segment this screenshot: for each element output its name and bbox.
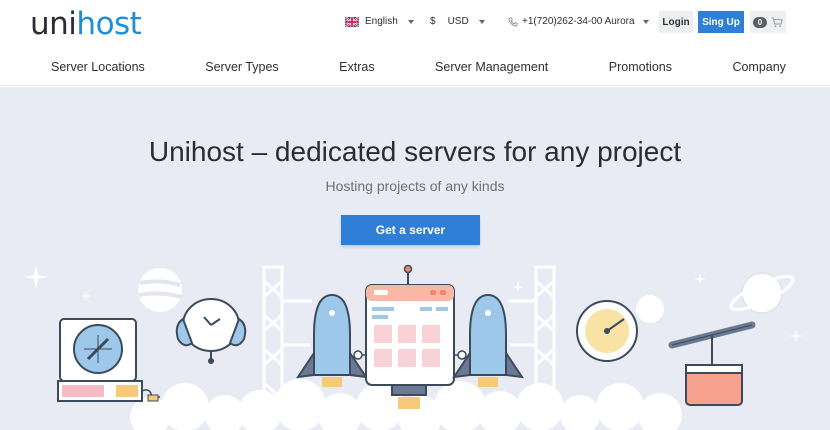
phone-selector[interactable]: +1(720)262-34-00 Aurora	[508, 16, 649, 27]
cart-count-badge: 0	[753, 16, 767, 28]
hero-subtitle: Hosting projects of any kinds	[325, 178, 505, 194]
signup-button[interactable]: Sing Up	[698, 11, 744, 33]
currency-selector[interactable]: $ USD	[430, 16, 485, 27]
nav-item-promotions[interactable]: Promotions	[609, 60, 672, 74]
nav-item-server-management[interactable]: Server Management	[435, 60, 548, 74]
laptop-icon	[57, 318, 160, 402]
language-label: English	[365, 16, 398, 27]
telescope-icon	[668, 321, 756, 406]
phone-label: +1(720)262-34-00 Aurora	[522, 16, 635, 27]
clock-robot-icon	[175, 298, 247, 364]
get-server-button[interactable]: Get a server	[341, 215, 480, 245]
currency-symbol: $	[430, 16, 436, 27]
nav-item-company[interactable]: Company	[732, 60, 786, 74]
nav-item-server-types[interactable]: Server Types	[205, 60, 278, 74]
gauge-icon	[576, 300, 638, 362]
currency-label: USD	[447, 16, 469, 27]
nav-item-extras[interactable]: Extras	[339, 60, 374, 74]
chevron-down-icon	[478, 19, 485, 24]
rocket-icon	[295, 293, 369, 387]
hero-illustration	[24, 264, 803, 430]
logo[interactable]: unihost	[30, 6, 142, 42]
chevron-down-icon	[642, 19, 649, 24]
ringed-planet-icon	[729, 272, 795, 314]
chevron-down-icon	[407, 19, 414, 24]
language-selector[interactable]: English	[345, 16, 414, 27]
login-button[interactable]: Login	[659, 11, 693, 33]
hero-section: Unihost – dedicated servers for any proj…	[0, 87, 830, 430]
planet-icon	[138, 268, 182, 312]
phone-icon	[508, 17, 518, 26]
cart-icon	[771, 17, 783, 27]
nav-item-server-locations[interactable]: Server Locations	[51, 60, 145, 74]
main-nav: Server Locations Server Types Extras Ser…	[0, 48, 830, 86]
logo-text-host: host	[76, 6, 142, 42]
uk-flag-icon	[345, 16, 359, 27]
logo-text-uni: uni	[30, 6, 77, 42]
hero-title: Unihost – dedicated servers for any proj…	[148, 136, 682, 167]
cart-button[interactable]: 0	[750, 11, 786, 33]
rocket-icon	[451, 293, 525, 387]
top-bar: unihost English $ USD +1(720)262-34-00 A…	[0, 0, 830, 48]
